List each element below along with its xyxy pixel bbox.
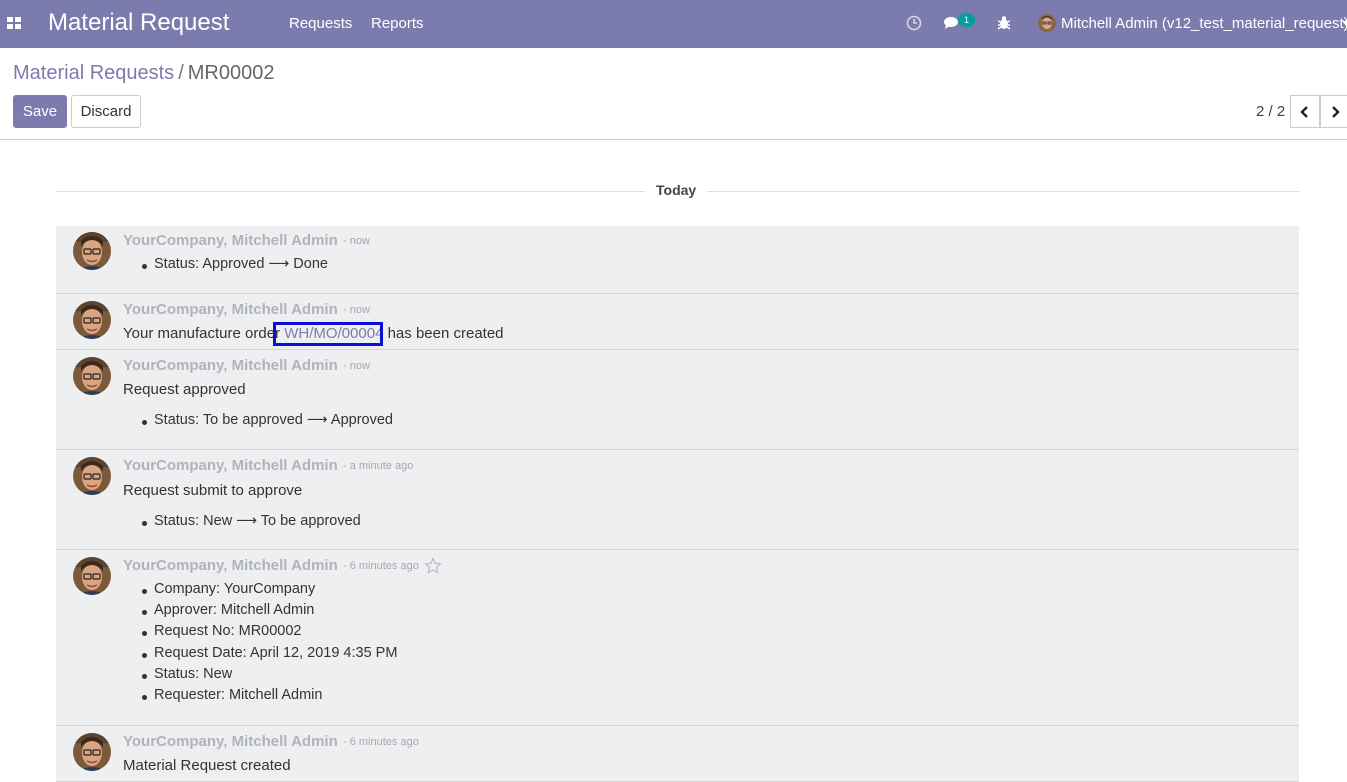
menu-requests[interactable]: Requests	[289, 15, 352, 32]
pager-previous-button[interactable]	[1290, 95, 1320, 128]
clock-icon[interactable]	[905, 14, 923, 32]
tracking-value: Status: To be approved ⟶ Approved	[142, 412, 393, 428]
chatter-message: YourCompany, Mitchell Admin - now Reques…	[56, 350, 1299, 450]
chevron-down-icon[interactable]	[1342, 21, 1347, 26]
author-avatar[interactable]	[73, 301, 111, 339]
message-author[interactable]: YourCompany, Mitchell Admin	[123, 232, 338, 249]
chatter-message: YourCompany, Mitchell Admin - now Your m…	[56, 294, 1299, 350]
message-date: - now	[343, 304, 370, 316]
user-menu-name[interactable]: Mitchell Admin (v12_test_material_reques…	[1061, 15, 1347, 32]
chatter-message: YourCompany, Mitchell Admin - 6 minutes …	[56, 726, 1299, 782]
message-date: - now	[343, 360, 370, 372]
save-button[interactable]: Save	[13, 95, 67, 128]
author-avatar[interactable]	[73, 232, 111, 270]
tracking-value: Requester: Mitchell Admin	[141, 687, 323, 703]
app-title[interactable]: Material Request	[48, 9, 229, 37]
breadcrumb-parent[interactable]: Material Requests	[13, 62, 174, 84]
bug-icon[interactable]	[995, 14, 1013, 32]
message-body-text: has been created	[383, 325, 504, 342]
control-panel: Material Requests / MR00002 Save Discard 2…	[0, 48, 1347, 140]
message-author[interactable]: YourCompany, Mitchell Admin	[123, 557, 338, 574]
chevron-left-icon	[1300, 106, 1308, 118]
breadcrumb-current: MR00002	[187, 62, 275, 84]
message-author[interactable]: YourCompany, Mitchell Admin	[123, 301, 338, 318]
author-avatar[interactable]	[73, 557, 111, 595]
author-avatar[interactable]	[73, 357, 111, 395]
pager-value[interactable]: 2 / 2	[1256, 103, 1285, 120]
author-avatar[interactable]	[73, 457, 111, 495]
message-date: - now	[343, 235, 370, 247]
discard-button[interactable]: Discard	[71, 95, 141, 128]
chevron-right-icon	[1332, 106, 1340, 118]
message-body: Material Request created	[123, 757, 291, 774]
chatter-message: YourCompany, Mitchell Admin - now Status…	[56, 226, 1299, 294]
message-date: - 6 minutes ago	[343, 560, 419, 572]
tracking-value: Approver: Mitchell Admin	[141, 602, 315, 618]
tracking-value: Request No: MR00002	[142, 623, 302, 639]
messages-count-badge: 1	[958, 13, 975, 27]
chatter-message: YourCompany, Mitchell Admin - 6 minutes …	[56, 550, 1299, 726]
highlight-box	[273, 322, 383, 346]
chatter-message: YourCompany, Mitchell Admin - a minute a…	[56, 450, 1299, 550]
message-body: Request submit to approve	[123, 482, 303, 499]
message-author[interactable]: YourCompany, Mitchell Admin	[123, 733, 338, 750]
tracking-value: Status: New ⟶ To be approved	[142, 513, 361, 529]
user-avatar[interactable]	[1038, 14, 1056, 32]
message-date: - a minute ago	[343, 460, 414, 472]
apps-grid-icon[interactable]	[7, 17, 21, 29]
breadcrumb: Material Requests / MR00002	[13, 62, 274, 85]
author-avatar[interactable]	[73, 733, 111, 771]
pager-next-button[interactable]	[1320, 95, 1347, 128]
message-date: - 6 minutes ago	[343, 736, 419, 748]
message-body: Request approved	[123, 381, 246, 398]
date-separator-label: Today	[645, 182, 708, 198]
message-author[interactable]: YourCompany, Mitchell Admin	[123, 357, 338, 374]
chatter: Today YourCompany, Mitchell Admin - now …	[0, 141, 1347, 782]
menu-reports[interactable]: Reports	[371, 15, 424, 32]
message-body-text: Your manufacture order	[123, 325, 285, 342]
breadcrumb-separator: /	[178, 62, 184, 84]
top-navbar: Material Request Requests Reports 1 Mitc…	[0, 0, 1347, 48]
tracking-value: Status: New	[141, 666, 233, 682]
tracking-value: Status: Approved ⟶ Done	[142, 256, 328, 272]
tracking-value: Request Date: April 12, 2019 4:35 PM	[141, 645, 398, 661]
message-author[interactable]: YourCompany, Mitchell Admin	[123, 457, 338, 474]
star-icon[interactable]	[424, 557, 442, 575]
tracking-value: Company: YourCompany	[141, 581, 316, 597]
